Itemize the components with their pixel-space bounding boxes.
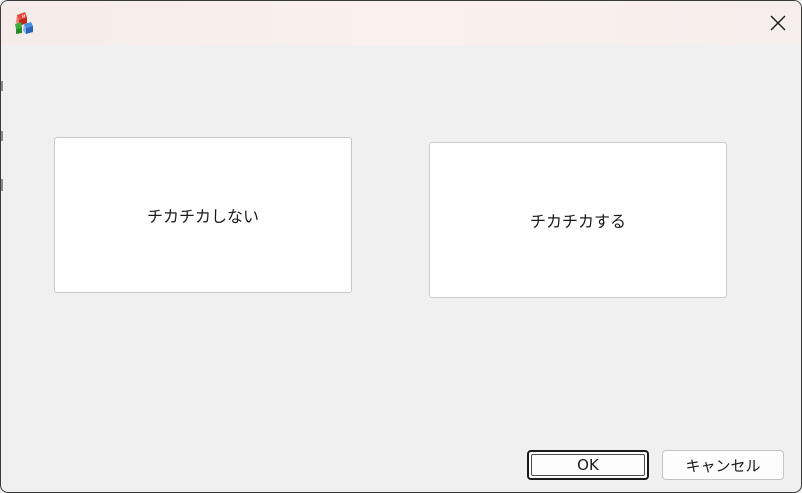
svg-text:M: M bbox=[22, 14, 26, 19]
blocks-app-icon: M bbox=[15, 12, 33, 34]
flicker-option-button[interactable]: チカチカする bbox=[429, 142, 727, 298]
cancel-button[interactable]: キャンセル bbox=[662, 450, 784, 480]
no-flicker-option-button[interactable]: チカチカしない bbox=[54, 137, 352, 293]
cancel-button-label: キャンセル bbox=[685, 456, 761, 475]
title-bar[interactable]: M bbox=[1, 1, 801, 45]
close-button[interactable] bbox=[755, 1, 801, 45]
dialog-window: M チカチカしない チカチカする OK キャンセル bbox=[0, 0, 802, 493]
close-icon bbox=[770, 15, 786, 31]
no-flicker-option-label: チカチカしない bbox=[146, 207, 259, 226]
focus-ring bbox=[531, 454, 645, 476]
background-edge-marks bbox=[1, 61, 3, 201]
flicker-option-label: チカチカする bbox=[529, 212, 626, 231]
ok-button[interactable]: OK bbox=[527, 450, 649, 480]
